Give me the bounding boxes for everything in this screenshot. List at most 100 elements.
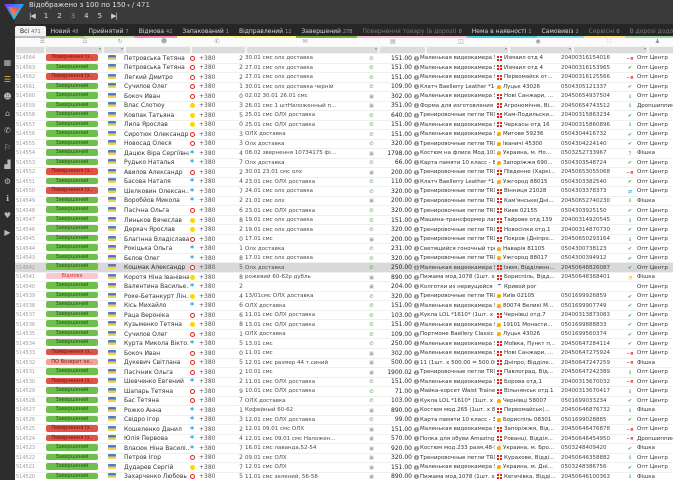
table-row[interactable]: 514548 Завершений Пасічна Ольга +380 6 2… bbox=[15, 206, 673, 216]
courier-icon[interactable]: ♟ bbox=[642, 38, 673, 46]
sidebar-item-support[interactable]: ♥ bbox=[0, 207, 15, 224]
table-row[interactable]: 514525 Повернення (з.. Кошеленко Данил +… bbox=[15, 425, 673, 435]
table-row[interactable]: 514545 Завершений Благінна Владіслава +3… bbox=[15, 234, 673, 245]
status-tab[interactable]: Самовивіз 2 bbox=[536, 26, 584, 38]
sidebar-item-clients[interactable]: ☻ bbox=[0, 88, 15, 105]
filter-city[interactable] bbox=[510, 46, 572, 53]
location-icon[interactable]: ◉ bbox=[500, 38, 576, 46]
status-tab[interactable]: Всі 471 bbox=[15, 26, 46, 38]
page-button[interactable]: 4 bbox=[84, 12, 88, 20]
tracking-icon[interactable]: ∷ bbox=[576, 38, 642, 46]
status-tab[interactable]: Завершений 278 bbox=[296, 26, 358, 38]
products-icon[interactable]: ◫ bbox=[422, 38, 500, 46]
payment-icon[interactable]: ▤ bbox=[364, 38, 422, 46]
sidebar-item-info[interactable]: ℹ bbox=[0, 190, 15, 207]
table-row[interactable]: 514555 Завершений Новосад Олеся +380 3 О… bbox=[15, 139, 673, 150]
status-tab[interactable]: Прийнятий 7 bbox=[83, 26, 134, 38]
table-row[interactable]: 514559 Завершений Влас Слотюу +380 3 26.… bbox=[15, 101, 673, 112]
table-row[interactable]: 514524 Повернення (з.. Юлія Первова +380… bbox=[15, 434, 673, 445]
table-row[interactable]: 514530 Повернення (з.. Шевченко Евгений … bbox=[15, 377, 673, 388]
sidebar-item-dashboard[interactable]: ▦ bbox=[0, 54, 15, 71]
table-row[interactable]: 514543 Завершений Бєлов Олег +380 8 17.0… bbox=[15, 253, 673, 264]
table-row[interactable]: 514564 Повернення (з.. Петровська Тетяна… bbox=[15, 54, 673, 64]
table-row[interactable]: 514550 Повернення (з.. Шелковин Олексан.… bbox=[15, 187, 673, 197]
first-page-button[interactable]: |◀ bbox=[29, 12, 36, 20]
filter-id[interactable] bbox=[16, 47, 44, 53]
filter-total[interactable] bbox=[380, 47, 425, 53]
sidebar-item-tutorials[interactable]: ▶ bbox=[0, 224, 15, 241]
phone-icon[interactable]: ✆ bbox=[188, 38, 246, 46]
table-row[interactable]: 514521 Завершений Дударев Сергій +380 7 … bbox=[15, 463, 673, 473]
table-row[interactable]: 514544 Завершений Рокіцька Ольга +380 1 … bbox=[15, 244, 673, 254]
status-tab[interactable]: В дорозі додому0 bbox=[624, 26, 673, 38]
table-row[interactable]: 514526 Завершений Свідро Ігор +380 3 12.… bbox=[15, 415, 673, 426]
contacts-icon[interactable]: ☻ bbox=[140, 38, 188, 46]
table-row[interactable]: 514529 Завершений Шапарь Тетяна +380 9 1… bbox=[15, 387, 673, 397]
filter-phone[interactable] bbox=[192, 47, 245, 53]
table-row[interactable]: 514520 Завершений Захарченко Любовь +380… bbox=[15, 472, 673, 480]
chat-bubble-icon[interactable]: ✉ bbox=[246, 38, 364, 46]
sidebar-item-orders[interactable]: ☰ bbox=[0, 71, 15, 88]
records-range[interactable]: Відображено з 100 по 150 ▾ / 471 bbox=[29, 1, 150, 9]
table-row[interactable]: 514563 Завершений Петровська Тетяна +380… bbox=[15, 63, 673, 74]
table-row[interactable]: 514547 Завершений Линьков Вячеслав +380 … bbox=[15, 215, 673, 226]
filter-name[interactable] bbox=[126, 47, 190, 53]
table-row[interactable]: 514553 Завершений Рудько Наталья +380 7 … bbox=[15, 158, 673, 169]
table-row[interactable]: 514542 Завершений Кошмак Александр +380 … bbox=[15, 263, 673, 273]
table-row[interactable]: 514523 Завершений Власюк Ніна Василі... … bbox=[15, 444, 673, 454]
table-row[interactable]: 514522 Завершений Петров Ігор +380 2 09.… bbox=[15, 453, 673, 464]
table-row[interactable]: 514540 Завершений Валентина Василье... +… bbox=[15, 282, 673, 292]
status-tab[interactable]: Запакований 1 bbox=[177, 26, 234, 38]
table-row[interactable]: 514560 Завершений Бокоч Иван +380 0 02.0… bbox=[15, 92, 673, 102]
status-tab[interactable]: Нема в наявності 1 bbox=[466, 26, 537, 38]
table-row[interactable]: 514557 Завершений Лила Ярослав +380 0 25… bbox=[15, 120, 673, 131]
sidebar-item-calls[interactable]: ✆ bbox=[0, 122, 15, 139]
refresh-icon[interactable]: ↻ bbox=[100, 38, 140, 46]
filter-source[interactable] bbox=[649, 47, 673, 53]
table-row[interactable]: 514541 Відмова Коротя Ніна Іванівна +380… bbox=[15, 272, 673, 283]
table-row[interactable]: 514552 Повернення (з.. Авилов Александр … bbox=[15, 168, 673, 178]
table-row[interactable]: 514538 Завершений Кісь Михайло +380 6 ОЛ… bbox=[15, 301, 673, 311]
status-list-icon[interactable]: ☰ bbox=[15, 38, 70, 46]
tags-icon[interactable]: ☲ bbox=[70, 38, 100, 46]
page-button[interactable]: 5 bbox=[98, 12, 102, 20]
table-row[interactable]: 514554 Завершений Дацюк Віра Сергіївна +… bbox=[15, 149, 673, 159]
table-row[interactable]: 514535 Завершений Сучилов Олег +380 1 ОЛ… bbox=[15, 329, 673, 340]
table-row[interactable]: 514556 Завершений Сиротюк Олександр +380… bbox=[15, 130, 673, 140]
sidebar-item-settings[interactable]: ⚙ bbox=[0, 173, 15, 190]
table-row[interactable]: 514536 Завершений Кузьменко Тетяна +380 … bbox=[15, 320, 673, 330]
table-row[interactable]: 514551 Завершений Басова Наталя +380 4 2… bbox=[15, 177, 673, 188]
table-row[interactable]: 514558 Завершений Ковпак Татьяна +380 5 … bbox=[15, 111, 673, 121]
table-row[interactable]: 514527 Завершений Рожко Анна +380 1 Кофе… bbox=[15, 406, 673, 416]
sidebar-item-campaigns[interactable]: ⚐ bbox=[0, 139, 15, 156]
table-row[interactable]: 514562 Повернення (з.. Легкий Дмитро +38… bbox=[15, 73, 673, 83]
status-tab[interactable]: Відмова 42 bbox=[133, 26, 178, 38]
table-row[interactable]: 514528 Завершений Бас Тетяна +380 7 ОЛХ … bbox=[15, 396, 673, 407]
sidebar-item-products[interactable]: ⌂ bbox=[0, 105, 15, 122]
table-row[interactable]: 514561 Завершений Сучилов Олег +380 1 30… bbox=[15, 82, 673, 93]
table-row[interactable]: 514539 Завершений Роке-Бетанкурт Лін... … bbox=[15, 291, 673, 302]
per-page-caret-icon[interactable]: ▾ bbox=[126, 3, 130, 9]
status-tab[interactable]: Сервісні 0 bbox=[583, 26, 625, 38]
sidebar-item-statistics[interactable]: ▟ bbox=[0, 156, 15, 173]
table-row[interactable]: 514537 Завершений Раца Вероніка +380 6 1… bbox=[15, 310, 673, 321]
filter-comment[interactable] bbox=[247, 46, 378, 53]
filter-product[interactable] bbox=[427, 46, 508, 53]
filter-status[interactable] bbox=[46, 46, 102, 53]
page-button[interactable]: 1 bbox=[44, 12, 48, 20]
last-page-button[interactable]: ▶| bbox=[111, 12, 118, 20]
table-row[interactable]: 514549 Завершений Воробйов Микола +380 2… bbox=[15, 196, 673, 207]
table-row[interactable]: 514546 Завершений Деркач Ярослав +380 2 … bbox=[15, 225, 673, 235]
table-row[interactable]: 514534 Завершений Курта Микола Вікто... … bbox=[15, 339, 673, 349]
table-row[interactable]: 514533 Повернення (з.. Бокоч Иван +380 0… bbox=[15, 348, 673, 359]
status-tab[interactable]: Новий 48 bbox=[45, 26, 84, 38]
filter-flag[interactable] bbox=[104, 46, 124, 53]
filter-ttn[interactable] bbox=[574, 46, 647, 53]
page-button[interactable]: 3 bbox=[71, 12, 75, 20]
page-button[interactable]: 2 bbox=[57, 12, 61, 20]
status-tab[interactable]: Відправлений 12 bbox=[233, 26, 297, 38]
table-row[interactable]: 514532 ПО Возврат ок.. Дукевич Світлана … bbox=[15, 358, 673, 369]
status-tab[interactable]: Повернення товару (в дорозі) 0 bbox=[357, 26, 467, 38]
app-logo[interactable] bbox=[2, 2, 26, 22]
table-row[interactable]: 514531 Завершений Пасічник Ольга +380 2 … bbox=[15, 368, 673, 378]
